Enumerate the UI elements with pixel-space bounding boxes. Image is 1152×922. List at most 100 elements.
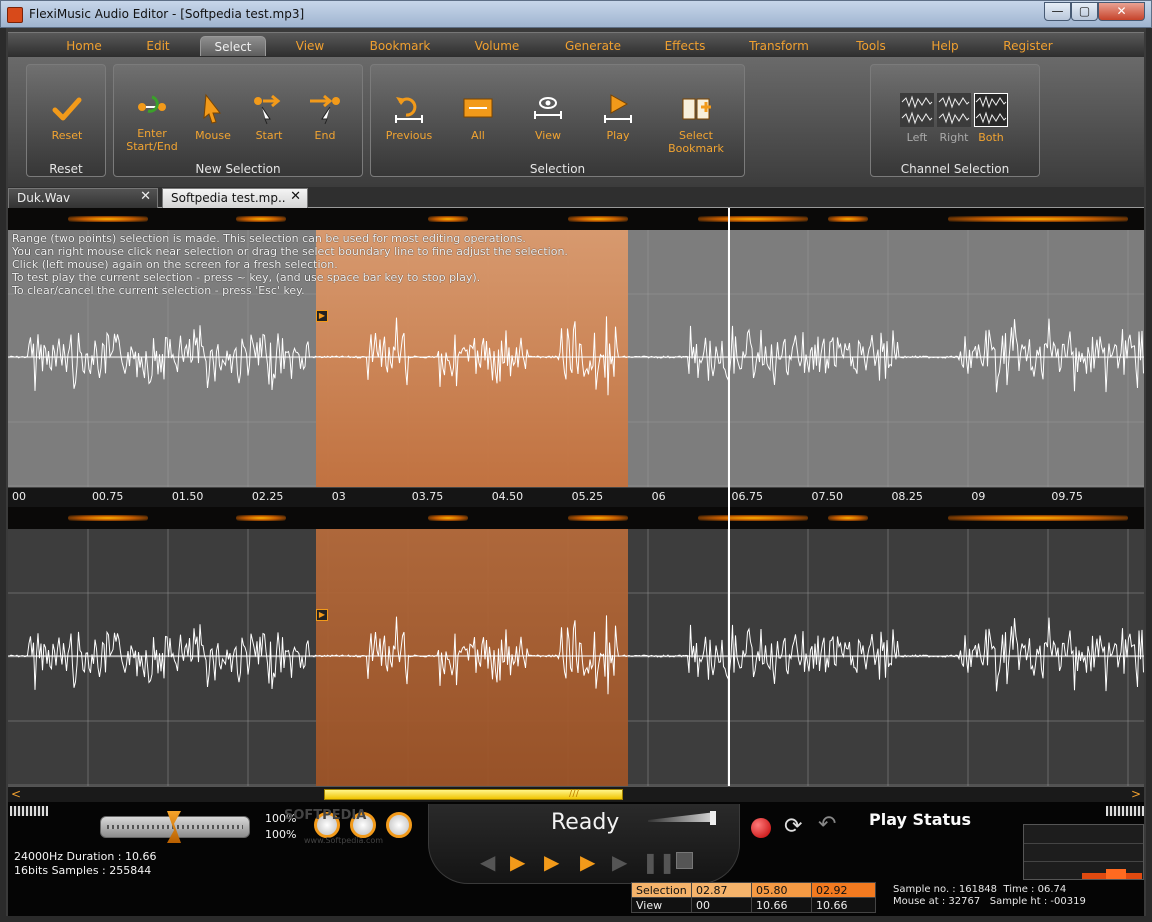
new-selection-group-label: New Selection (195, 162, 281, 176)
menu-select[interactable]: Select (200, 36, 266, 56)
return-icon[interactable]: ↶ (818, 812, 836, 837)
menu-volume[interactable]: Volume (460, 36, 534, 56)
play-selection-button[interactable]: Play (593, 93, 643, 142)
view-end-value[interactable]: 10.66 (751, 897, 812, 913)
enter-start-end-button[interactable]: Enter Start/End (120, 93, 184, 153)
format-info-2: 16bits Samples : 255844 (14, 864, 152, 877)
waveform-right-icon (937, 93, 971, 127)
tab-duk-wav[interactable]: Duk.Wav ✕ (8, 188, 158, 208)
view-selection-button[interactable]: View (523, 93, 573, 142)
timeline-tick: 09.75 (1051, 490, 1083, 503)
checkmark-icon (52, 97, 82, 121)
volume-slider[interactable] (100, 811, 250, 843)
select-all-button[interactable]: All (453, 93, 503, 142)
timeline-tick: 09 (971, 490, 986, 503)
menu-register[interactable]: Register (992, 36, 1064, 56)
channel-left-button[interactable]: Left (899, 93, 935, 144)
menu-help[interactable]: Help (920, 36, 970, 56)
scroll-left-arrow-icon[interactable]: < (8, 787, 24, 802)
selection-end-value[interactable]: 05.80 (751, 882, 812, 898)
view-start-value[interactable]: 00 (691, 897, 752, 913)
tab-softpedia-test[interactable]: Softpedia test.mp.. ✕ (162, 188, 308, 208)
document-tab-strip: Duk.Wav ✕ Softpedia test.mp.. ✕ (8, 187, 1144, 208)
format-info-1: 24000Hz Duration : 10.66 (14, 850, 157, 863)
timeline-tick: 00.75 (91, 490, 124, 503)
menu-view[interactable]: View (280, 36, 340, 56)
channel-right-button[interactable]: Right (936, 93, 972, 144)
scroll-right-arrow-icon[interactable]: > (1128, 787, 1144, 802)
selection-row-label: Selection (631, 882, 692, 898)
tab-duk-wav-close-icon[interactable]: ✕ (140, 189, 151, 204)
bookmark-label-1: Select (679, 129, 713, 142)
stop-icon[interactable] (676, 852, 693, 869)
menu-bookmark[interactable]: Bookmark (360, 36, 440, 56)
channel-both-button[interactable]: Both (973, 93, 1009, 144)
selection-info-table: Selection 02.87 05.80 02.92 View 00 10.6… (631, 882, 876, 913)
menu-bar: Home Edit Select View Bookmark Volume Ge… (8, 32, 1144, 57)
play-icon[interactable]: ▶ (580, 850, 595, 874)
selection-play-marker-icon[interactable]: ▶ (316, 609, 328, 621)
speed-knob[interactable] (386, 812, 412, 838)
selection-start-value[interactable]: 02.87 (691, 882, 752, 898)
forward-icon[interactable]: ▶ (612, 850, 627, 874)
playhead-cursor[interactable] (728, 208, 731, 786)
reset-button[interactable]: Reset (37, 93, 97, 142)
previous-icon (395, 97, 423, 123)
enter-label-2: Start/End (126, 140, 178, 153)
view-length-value[interactable]: 10.66 (811, 897, 876, 913)
selection-length-value[interactable]: 02.92 (811, 882, 876, 898)
pause-icon[interactable]: ❚❚ (642, 850, 676, 874)
start-button[interactable]: Start (244, 93, 294, 142)
both-label: Both (978, 131, 1004, 144)
horizontal-scrollbar[interactable]: < /// > (8, 786, 1144, 802)
sample-info-line-1: Sample no. : 161848 Time : 06.74 (893, 884, 1067, 895)
reset-group-label: Reset (49, 162, 83, 176)
all-label: All (471, 129, 485, 142)
start-label: Start (255, 129, 283, 142)
scroll-thumb[interactable]: /// (324, 788, 623, 800)
previous-button[interactable]: Previous (381, 93, 437, 142)
play-view-transport-icon[interactable]: ▶ (544, 850, 559, 874)
timeline-tick: 03 (331, 490, 346, 503)
waveform-trace (8, 615, 1144, 695)
selection-play-marker-icon[interactable]: ▶ (316, 310, 328, 322)
new-selection-group: Enter Start/End Mouse Start End New Sele… (113, 64, 363, 177)
record-icon[interactable] (751, 818, 771, 838)
selection-group: Previous All View Play Select Bookmark S… (370, 64, 745, 177)
selection-group-label: Selection (529, 162, 586, 176)
channel-group-label: Channel Selection (900, 162, 1010, 176)
close-window-button[interactable]: ✕ (1098, 2, 1145, 21)
select-all-icon (463, 98, 493, 118)
menu-transform[interactable]: Transform (738, 36, 820, 56)
play-selection-icon (604, 94, 632, 123)
timeline-tick: 02.25 (251, 490, 284, 503)
rewind-icon[interactable]: ◀ (480, 850, 495, 874)
end-button[interactable]: End (300, 93, 350, 142)
menu-effects[interactable]: Effects (650, 36, 720, 56)
loop-icon[interactable]: ⟳ (784, 814, 802, 839)
playback-volume-thumb[interactable] (710, 811, 716, 825)
tab-softpedia-test-close-icon[interactable]: ✕ (290, 189, 301, 204)
bookmark-label-2: Bookmark (668, 142, 724, 155)
previous-label: Previous (385, 129, 433, 142)
play-status-label: Play Status (869, 810, 972, 829)
menu-home[interactable]: Home (54, 36, 114, 56)
menu-tools[interactable]: Tools (844, 36, 898, 56)
play-selection-transport-icon[interactable]: ▶ (510, 850, 525, 874)
maximize-button[interactable]: ▢ (1071, 2, 1098, 21)
menu-generate[interactable]: Generate (554, 36, 632, 56)
mouse-pointer-icon (203, 93, 222, 124)
timeline-tick: 07.50 (811, 490, 844, 503)
level-history-meter (1023, 824, 1144, 880)
select-bookmark-button[interactable]: Select Bookmark (661, 93, 731, 155)
minimize-button[interactable]: — (1044, 2, 1071, 21)
menu-edit[interactable]: Edit (130, 36, 186, 56)
mouse-button[interactable]: Mouse (188, 93, 238, 142)
reset-group: Reset Reset (26, 64, 106, 177)
selection-hint-text: Range (two points) selection is made. Th… (12, 232, 568, 297)
sample-info-line-2: Mouse at : 32767 Sample ht : -00319 (893, 896, 1086, 907)
volume-percent-2: 100% (265, 828, 297, 841)
waveform-left-channel[interactable]: Range (two points) selection is made. Th… (8, 230, 1144, 487)
waveform-right-channel[interactable]: ▶ (8, 529, 1144, 786)
view-row-label: View (631, 897, 692, 913)
